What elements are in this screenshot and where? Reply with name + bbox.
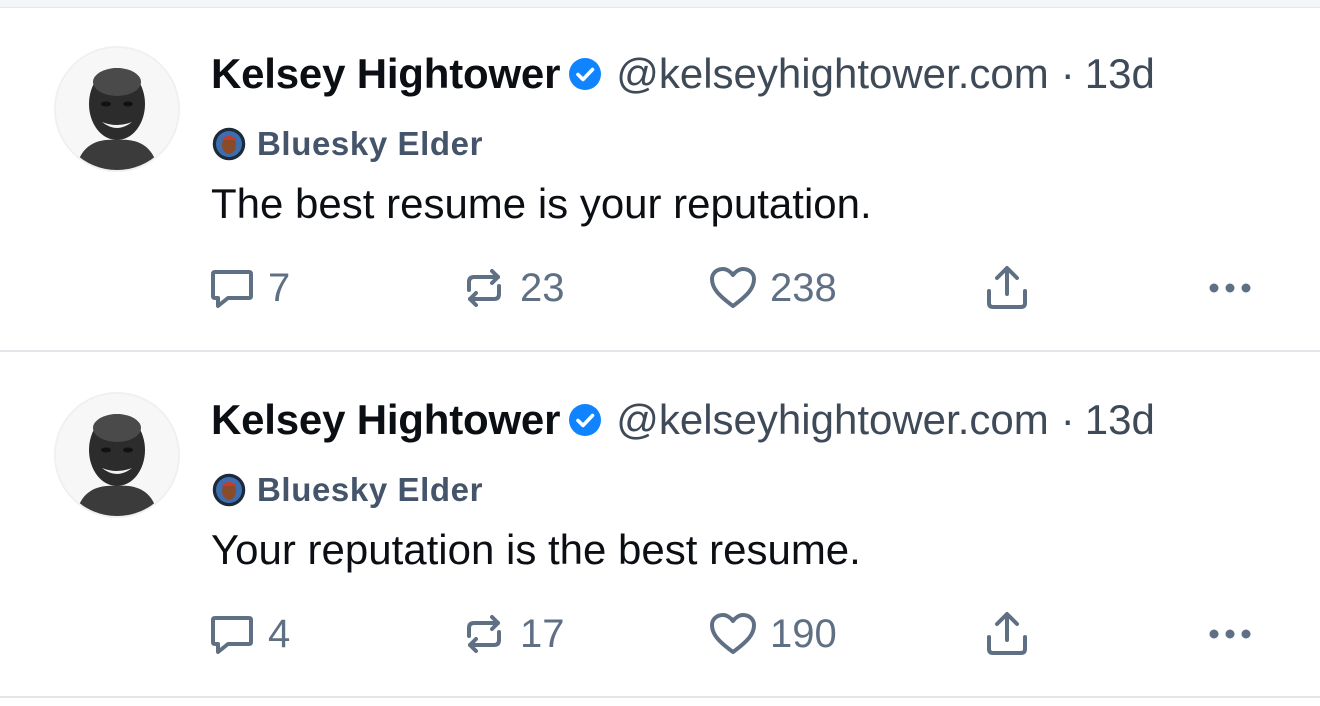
- like-button[interactable]: 190: [708, 606, 837, 662]
- more-options-button[interactable]: [1206, 260, 1258, 316]
- reply-button[interactable]: 7: [208, 260, 290, 316]
- meta-separator: ·: [1060, 50, 1075, 97]
- post-text: Your reputation is the best resume.: [211, 526, 861, 573]
- like-button[interactable]: 238: [708, 260, 837, 316]
- verified-check-icon: [568, 403, 602, 437]
- author-badge[interactable]: Bluesky Elder: [211, 122, 483, 166]
- reply-count: 7: [268, 265, 291, 310]
- post-card[interactable]: Kelsey Hightower @kelseyhightower.com · …: [0, 354, 1320, 698]
- repost-button[interactable]: 23: [460, 260, 565, 316]
- top-divider: [0, 0, 1320, 8]
- badge-avatar-icon: [211, 472, 247, 508]
- meta-separator: ·: [1060, 396, 1075, 443]
- speech-bubble-icon: [208, 264, 256, 312]
- repost-button[interactable]: 17: [460, 606, 565, 662]
- post-feed: Kelsey Hightower @kelseyhightower.com · …: [0, 0, 1320, 706]
- reply-count: 4: [268, 611, 291, 656]
- post-timestamp[interactable]: 13d: [1085, 50, 1155, 98]
- author-display-name[interactable]: Kelsey Hightower: [211, 396, 560, 444]
- like-count: 190: [770, 611, 837, 656]
- post-actions: 7 23 238: [0, 260, 1320, 316]
- author-handle[interactable]: @kelseyhightower.com: [616, 396, 1049, 444]
- verified-check-icon: [568, 57, 602, 91]
- post-header: Kelsey Hightower @kelseyhightower.com · …: [211, 46, 1155, 102]
- share-upload-icon: [982, 609, 1032, 659]
- repost-count: 17: [520, 611, 565, 656]
- author-handle[interactable]: @kelseyhightower.com: [616, 50, 1049, 98]
- share-upload-icon: [982, 263, 1032, 313]
- author-display-name[interactable]: Kelsey Hightower: [211, 50, 560, 98]
- post-text: The best resume is your reputation.: [211, 180, 872, 227]
- more-dots-icon: [1206, 624, 1258, 644]
- badge-label: Bluesky Elder: [257, 471, 484, 508]
- post-timestamp[interactable]: 13d: [1085, 396, 1155, 444]
- heart-icon: [708, 610, 758, 658]
- badge-label: Bluesky Elder: [257, 125, 484, 162]
- author-avatar[interactable]: [54, 392, 180, 518]
- post-header: Kelsey Hightower @kelseyhightower.com · …: [211, 392, 1155, 448]
- reply-button[interactable]: 4: [208, 606, 290, 662]
- author-avatar[interactable]: [54, 46, 180, 172]
- post-card[interactable]: Kelsey Hightower @kelseyhightower.com · …: [0, 8, 1320, 352]
- speech-bubble-icon: [208, 610, 256, 658]
- more-dots-icon: [1206, 278, 1258, 298]
- repost-count: 23: [520, 265, 565, 310]
- share-button[interactable]: [982, 606, 1032, 662]
- repost-arrows-icon: [460, 264, 508, 312]
- repost-arrows-icon: [460, 610, 508, 658]
- badge-avatar-icon: [211, 126, 247, 162]
- more-options-button[interactable]: [1206, 606, 1258, 662]
- author-badge[interactable]: Bluesky Elder: [211, 468, 483, 512]
- share-button[interactable]: [982, 260, 1032, 316]
- heart-icon: [708, 264, 758, 312]
- like-count: 238: [770, 265, 837, 310]
- post-actions: 4 17 190: [0, 606, 1320, 662]
